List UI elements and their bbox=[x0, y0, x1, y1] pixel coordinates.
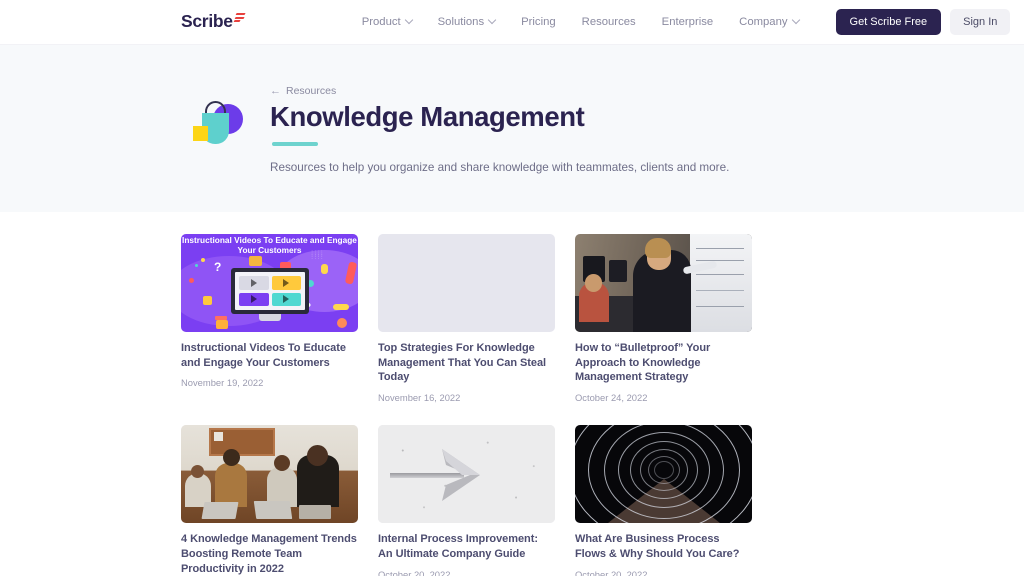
article-date: October 24, 2022 bbox=[575, 392, 648, 404]
get-scribe-free-button[interactable]: Get Scribe Free bbox=[835, 9, 942, 35]
title-underline-rule bbox=[272, 141, 318, 146]
article-card[interactable]: How to “Bulletproof” Your Approach to Kn… bbox=[575, 234, 752, 403]
scribe-stripes-icon bbox=[233, 13, 246, 23]
top-navigation-bar: Scribe Product Solutions Pricing Resourc… bbox=[0, 0, 1024, 45]
chevron-down-icon bbox=[487, 15, 497, 25]
thumbnail-headline: Instructional Videos To Educate and Enga… bbox=[182, 235, 357, 256]
nav-links: Product Solutions Pricing Resources Ente… bbox=[349, 10, 812, 34]
sign-in-button[interactable]: Sign In bbox=[950, 9, 1011, 35]
article-thumbnail[interactable] bbox=[181, 425, 358, 524]
article-title[interactable]: Instructional Videos To Educate and Enga… bbox=[181, 341, 358, 370]
nav-item-label: Company bbox=[739, 16, 788, 28]
article-title[interactable]: Top Strategies For Knowledge Management … bbox=[378, 341, 555, 385]
article-title[interactable]: Internal Process Improvement: An Ultimat… bbox=[378, 532, 555, 561]
arrow-on-concrete-photo bbox=[378, 425, 555, 524]
article-card[interactable]: What Are Business Process Flows & Why Sh… bbox=[575, 425, 752, 576]
yellow-square-shape bbox=[193, 126, 208, 141]
nav-item-resources[interactable]: Resources bbox=[569, 10, 649, 34]
breadcrumb[interactable]: ← Resources bbox=[270, 85, 729, 97]
team-meeting-photo bbox=[181, 425, 358, 524]
nav-item-solutions[interactable]: Solutions bbox=[425, 10, 508, 34]
nav-item-product[interactable]: Product bbox=[349, 10, 425, 34]
nav-item-pricing[interactable]: Pricing bbox=[508, 10, 569, 34]
article-date: November 19, 2022 bbox=[181, 377, 264, 389]
monitor-illustration bbox=[231, 268, 309, 314]
article-title[interactable]: 4 Knowledge Management Trends Boosting R… bbox=[181, 532, 358, 576]
whiteboard-office-photo bbox=[575, 234, 752, 332]
article-date: October 20, 2022 bbox=[575, 568, 648, 576]
nav-item-label: Solutions bbox=[437, 16, 485, 28]
article-title[interactable]: What Are Business Process Flows & Why Sh… bbox=[575, 532, 752, 561]
nav-item-label: Pricing bbox=[521, 16, 556, 28]
knowledge-management-bag-icon bbox=[191, 97, 249, 155]
video-marketing-illustration: Instructional Videos To Educate and Enga… bbox=[181, 234, 358, 332]
article-title[interactable]: How to “Bulletproof” Your Approach to Kn… bbox=[575, 341, 752, 385]
article-card[interactable]: Internal Process Improvement: An Ultimat… bbox=[378, 425, 555, 576]
logo-text: Scribe bbox=[181, 11, 233, 32]
nav-item-label: Resources bbox=[581, 16, 636, 28]
page-subtitle: Resources to help you organize and share… bbox=[270, 160, 730, 174]
hero-section: ← Resources Knowledge Management Resourc… bbox=[0, 45, 1024, 212]
nav-item-enterprise[interactable]: Enterprise bbox=[649, 10, 727, 34]
article-thumbnail[interactable] bbox=[378, 234, 555, 332]
nav-actions: Get Scribe Free Sign In bbox=[835, 9, 1011, 35]
nav-item-label: Product bbox=[361, 16, 401, 28]
article-thumbnail[interactable] bbox=[575, 425, 752, 524]
page-title: Knowledge Management bbox=[270, 101, 585, 132]
article-card[interactable]: Instructional Videos To Educate and Enga… bbox=[181, 234, 358, 403]
breadcrumb-label: Resources bbox=[286, 85, 337, 97]
article-card[interactable]: Top Strategies For Knowledge Management … bbox=[378, 234, 555, 403]
back-arrow-icon: ← bbox=[270, 84, 281, 97]
arrow-head-shape bbox=[442, 449, 480, 502]
article-thumbnail[interactable]: Instructional Videos To Educate and Enga… bbox=[181, 234, 358, 332]
chevron-down-icon bbox=[791, 15, 800, 25]
tunnel-photo bbox=[575, 425, 752, 524]
nav-item-company[interactable]: Company bbox=[726, 10, 811, 34]
articles-section: Instructional Videos To Educate and Enga… bbox=[0, 212, 1024, 576]
scribe-logo[interactable]: Scribe bbox=[181, 11, 246, 32]
article-grid: Instructional Videos To Educate and Enga… bbox=[181, 234, 843, 576]
article-thumbnail[interactable] bbox=[575, 234, 752, 332]
article-card[interactable]: 4 Knowledge Management Trends Boosting R… bbox=[181, 425, 358, 576]
article-date: October 20, 2022 bbox=[378, 568, 451, 576]
article-thumbnail[interactable] bbox=[378, 425, 555, 524]
puzzle-pieces-photo bbox=[378, 234, 555, 332]
chevron-down-icon bbox=[404, 15, 413, 25]
article-date: November 16, 2022 bbox=[378, 392, 461, 404]
nav-item-label: Enterprise bbox=[661, 16, 714, 28]
